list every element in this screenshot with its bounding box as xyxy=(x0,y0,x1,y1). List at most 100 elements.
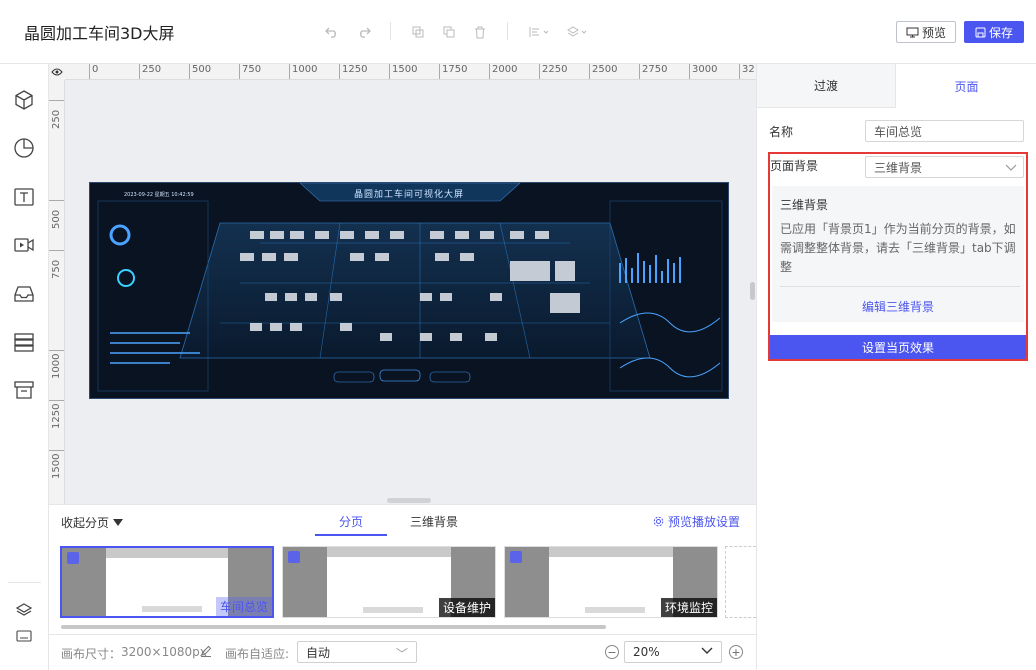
page-thumbnail-label: 环境监控 xyxy=(660,598,717,617)
server-list-icon[interactable] xyxy=(12,330,36,354)
dashboard-date: 2023-09-22 星期五 10:42:59 xyxy=(124,192,194,198)
ruler-tick: 1500 xyxy=(389,64,417,79)
ruler-tick: 32 xyxy=(739,64,755,79)
preview-settings-link[interactable]: 预览播放设置 xyxy=(653,513,740,530)
page-background-section: 页面背景 三维背景 三维背景 已应用「背景页1」作为当前分页的背景，如需调整整体… xyxy=(768,152,1028,361)
home-page-icon xyxy=(67,552,79,564)
page-thumbnail-label: 车间总览 xyxy=(215,597,272,616)
delete-icon[interactable] xyxy=(470,22,490,42)
preview-button[interactable]: 预览 xyxy=(896,21,956,43)
ruler-tick: 0 xyxy=(89,64,98,79)
apply-page-effect-button[interactable]: 设置当页效果 xyxy=(770,335,1026,359)
video-icon[interactable] xyxy=(12,233,36,257)
canvas-footer: 画布尺寸： 3200×1080px 画布自适应: 自动 ﹀ − 20% + xyxy=(49,634,756,670)
page-name-value: 车间总览 xyxy=(874,124,923,139)
properties-panel: 过渡 页面 名称 车间总览 页面背景 三维背景 三维背景 已应用「背景页1」作为… xyxy=(756,64,1036,670)
horizontal-scrollbar[interactable] xyxy=(387,498,431,503)
background-info-box: 三维背景 已应用「背景页1」作为当前分页的背景，如需调整整体背景，请去「三维背景… xyxy=(772,186,1024,322)
ruler-tick: 2000 xyxy=(489,64,517,79)
horizontal-ruler: 0 250 500 750 1000 1250 1500 1750 2000 2… xyxy=(49,64,756,80)
chevron-down-icon xyxy=(1005,164,1017,171)
save-button[interactable]: 保存 xyxy=(964,21,1024,43)
save-label: 保存 xyxy=(988,25,1013,40)
info-text: 已应用「背景页1」作为当前分页的背景，如需调整整体背景，请去「三维背景」tab下… xyxy=(780,222,1016,274)
dashboard-preview-image[interactable]: 晶圆加工车间可视化大屏 2023-09-22 星期五 10:42:59 xyxy=(89,182,729,399)
add-page-slot[interactable] xyxy=(725,546,756,618)
chevron-down-icon xyxy=(701,647,713,654)
zoom-out-button[interactable]: − xyxy=(605,645,619,659)
home-page-icon xyxy=(288,551,300,563)
canvas-size-label: 画布尺寸： xyxy=(61,647,122,661)
toolbar-divider xyxy=(390,22,391,40)
page-background-select[interactable]: 三维背景 xyxy=(865,156,1024,178)
paste-icon[interactable] xyxy=(439,22,459,42)
layer-order-icon[interactable] xyxy=(565,22,591,42)
ruler-tick: 3000 xyxy=(689,64,717,79)
ruler-tick: 2250 xyxy=(539,64,567,79)
canvas-size-value: 3200×1080px xyxy=(121,645,207,659)
ruler-tick: 1000 xyxy=(49,350,64,379)
preview-settings-label: 预览播放设置 xyxy=(667,515,740,529)
page-thumbnail[interactable]: 设备维护 xyxy=(282,546,496,618)
top-header: 晶圆加工车间3D大屏 预览 保存 xyxy=(0,0,1036,64)
canvas-fit-select[interactable]: 自动 ﹀ xyxy=(297,641,417,663)
canvas-area[interactable]: 0 250 500 750 1000 1250 1500 1750 2000 2… xyxy=(49,64,756,504)
caret-down-icon xyxy=(113,519,124,526)
cube-icon[interactable] xyxy=(12,88,36,112)
zoom-in-button[interactable]: + xyxy=(729,645,743,659)
text-icon[interactable] xyxy=(12,185,36,209)
name-label: 名称 xyxy=(769,125,794,139)
eye-icon[interactable] xyxy=(49,64,65,80)
collapse-pages-button[interactable]: 收起分页 xyxy=(61,514,124,531)
tab-3d-background[interactable]: 三维背景 xyxy=(410,513,458,530)
canvas-fit-label: 画布自适应: xyxy=(225,647,290,661)
save-icon xyxy=(975,27,986,37)
ruler-tick: 1250 xyxy=(49,400,64,429)
layers-icon[interactable] xyxy=(12,602,36,618)
page-name-input[interactable]: 车间总览 xyxy=(865,120,1024,142)
edit-pencil-icon[interactable] xyxy=(200,645,212,660)
tab-pages[interactable]: 分页 xyxy=(339,513,363,530)
page-thumbnail-label: 设备维护 xyxy=(438,598,495,617)
ruler-tick: 750 xyxy=(49,250,64,279)
tab-page[interactable]: 页面 xyxy=(896,64,1036,108)
ruler-tick: 250 xyxy=(139,64,161,79)
align-icon[interactable] xyxy=(527,22,553,42)
ruler-tick: 250 xyxy=(49,100,64,129)
vertical-ruler: 250 500 750 1000 1250 1500 xyxy=(49,80,65,504)
monitor-icon xyxy=(906,27,919,37)
pages-scrollbar[interactable] xyxy=(61,625,606,629)
pie-chart-icon[interactable] xyxy=(12,136,36,160)
vertical-scrollbar[interactable] xyxy=(750,282,755,300)
ruler-tick: 1750 xyxy=(439,64,467,79)
copy-icon[interactable] xyxy=(408,22,428,42)
active-tab-indicator xyxy=(315,534,387,536)
pages-panel: 收起分页 分页 三维背景 预览播放设置 车间总览 设备维护 环境监控 xyxy=(49,504,756,634)
collapse-label: 收起分页 xyxy=(61,516,110,530)
ruler-tick: 500 xyxy=(189,64,211,79)
page-title: 晶圆加工车间3D大屏 xyxy=(24,24,175,43)
ruler-tick: 750 xyxy=(239,64,261,79)
page-thumbnail[interactable]: 环境监控 xyxy=(504,546,718,618)
redo-icon[interactable] xyxy=(354,22,374,42)
ruler-tick: 500 xyxy=(49,200,64,229)
toolbar-divider xyxy=(507,22,508,40)
ruler-tick: 1500 xyxy=(49,450,64,479)
ruler-tick: 2750 xyxy=(639,64,667,79)
undo-icon[interactable] xyxy=(322,22,342,42)
page-thumbnail[interactable]: 车间总览 xyxy=(60,546,274,618)
ruler-tick: 1000 xyxy=(289,64,317,79)
ruler-tick: 2500 xyxy=(589,64,617,79)
archive-icon[interactable] xyxy=(12,378,36,402)
keyboard-icon[interactable] xyxy=(12,628,36,644)
tab-transition[interactable]: 过渡 xyxy=(757,64,896,108)
zoom-value: 20% xyxy=(633,645,660,659)
zoom-select[interactable]: 20% xyxy=(624,641,722,663)
gear-icon xyxy=(653,516,664,527)
ruler-tick: 1250 xyxy=(339,64,367,79)
inbox-icon[interactable] xyxy=(12,282,36,306)
sidebar-divider xyxy=(8,582,41,583)
page-background-label: 页面背景 xyxy=(770,159,819,173)
edit-3d-background-link[interactable]: 编辑三维背景 xyxy=(772,298,1024,315)
component-sidebar xyxy=(0,64,49,670)
